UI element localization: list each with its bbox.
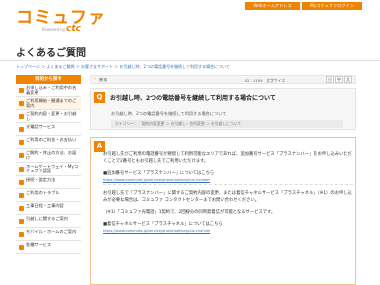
answer-item-plus-channel: ■着信チャネルサービス「プラスチャネル」についてはこちら [103, 222, 223, 227]
sidebar-item[interactable]: ご契約内容・変更・お引越し [16, 110, 81, 124]
font-size-small-button[interactable]: 小 [326, 76, 334, 83]
logo-powered-by: Powered by [42, 27, 66, 32]
logo[interactable]: コミュファ Powered by ctc [16, 8, 106, 34]
mobile-icon [19, 232, 24, 238]
close-icon [19, 153, 24, 159]
grid-icon [19, 245, 24, 251]
question-category[interactable]: カテゴリー： 契約内容変更 ＞ お引越し・住所変更 ＞ お引越しについて [111, 120, 343, 128]
sidebar-item[interactable]: ホームゲートウェイ・Myコミュファ認証 [16, 163, 81, 176]
back-link[interactable]: ‹ 戻る [90, 75, 356, 84]
sidebar-heading: 目的から探す [16, 75, 81, 84]
calendar-icon [19, 205, 24, 211]
phone-icon [19, 127, 24, 133]
web-home-button[interactable]: Webホームアドレス [245, 2, 300, 10]
sidebar-item[interactable]: 接続・設定方法 [16, 176, 81, 189]
sidebar-item[interactable]: 光電話サービス [16, 123, 81, 137]
sidebar-item-label: 各種サービス [26, 242, 52, 248]
logo-text: コミュファ [16, 8, 106, 28]
sidebar-item-label: ご契約内容・変更・お引越し [26, 111, 77, 121]
home-icon [19, 101, 24, 107]
sidebar-item[interactable]: ご解約・休止の方法、お届け [16, 149, 81, 163]
sidebar-list: お申し込み・ご利用中の名義変更 ご利用開始・開通までのご案内 ご契約内容・変更・… [16, 84, 81, 255]
faq-meta: ID：1199 文字サイズ [245, 78, 286, 83]
sidebar-item-label: 引越しに関するご案内 [26, 215, 68, 221]
answer-body: お引越し先がご利用の電話番号が継続して利用可能なエリアであれば、追加番号サービス… [103, 146, 353, 234]
plus-channel-link[interactable]: https://www.commufa.jp/service/phone/opt… [103, 228, 353, 234]
font-size-medium-button[interactable]: 中 [335, 76, 343, 83]
divider [0, 60, 380, 61]
chevron-left-icon: ‹ [94, 76, 96, 82]
sidebar-item-label: ホームゲートウェイ・Myコミュファ認証 [26, 163, 79, 174]
sidebar-item[interactable]: ご利用のトラブル [16, 189, 81, 202]
breadcrumb[interactable]: トップページ ＞ よくあるご質問 ＞ お客さまサポート ＞ お引越し時、2つの電… [16, 64, 346, 70]
person-icon [19, 88, 24, 93]
question-title: お引越し時、2つの電話番号を継続して利用する場合について [110, 95, 276, 102]
sidebar-item-label: 工事日程・工事内容 [26, 202, 64, 208]
sidebar-item-label: ご解約・休止の方法、お届け [26, 150, 77, 161]
sidebar-item-label: ご利用開始・開通までのご案内 [26, 98, 77, 108]
sidebar-item[interactable]: 各種サービス [16, 241, 81, 255]
answer-paragraph: お引越し先がご利用の電話番号が継続して利用可能なエリアであれば、追加番号サービス… [103, 152, 352, 164]
sidebar-item-label: 接続・設定方法 [26, 176, 56, 182]
wrench-icon [19, 179, 24, 185]
sidebar-item-label: ご利用のトラブル [26, 189, 60, 195]
sidebar-item-label: 光電話サービス [26, 124, 56, 130]
mycommufa-login-button[interactable]: Myコミュファログイン [302, 2, 362, 10]
answer-paragraph: お引越し先で「プラスナンバー」に関するご契約内容の変更、または着信チャネルサービ… [103, 191, 352, 203]
sidebar-item-label: ご利用のご料金・お支払い [26, 137, 77, 143]
page-title: よくあるご質問 [16, 48, 86, 59]
answer-box: A お引越し先がご利用の電話番号が継続して利用可能なエリアであれば、追加番号サー… [90, 137, 356, 285]
sidebar-item[interactable]: 工事日程・工事内容 [16, 202, 81, 215]
plus-number-link[interactable]: https://www.commufa.jp/service/phone/opt… [103, 177, 353, 183]
truck-icon [19, 218, 24, 224]
logo-ctc: ctc [66, 24, 81, 34]
question-text: お引越し時、2つの電話番号を継続して利用する場合について [111, 111, 227, 116]
question-box: Q お引越し時、2つの電話番号を継続して利用する場合について お引越し時、2つの… [90, 88, 356, 130]
yen-icon [19, 140, 24, 146]
divider [103, 184, 353, 185]
sidebar-item[interactable]: 引越しに関するご案内 [16, 215, 81, 229]
font-size-large-button[interactable]: 大 [344, 76, 352, 83]
sidebar-item[interactable]: お申し込み・ご利用中の名義変更 [16, 84, 81, 98]
question-badge: Q [94, 92, 105, 103]
router-icon [19, 166, 24, 172]
sidebar-item[interactable]: ご利用のご料金・お支払い [16, 136, 81, 150]
answer-note: （※1）「コミュファ光電話」1契約で、2回線分の同時発着信が可能となるサービスで… [103, 210, 276, 215]
sidebar-item[interactable]: モバイル・ホームのご案内 [16, 228, 81, 242]
sidebar-item-label: モバイル・ホームのご案内 [26, 229, 77, 235]
back-label: 戻る [99, 77, 108, 82]
answer-item-plus-number: ■追加番号サービス「プラスナンバー」についてはこちら [103, 171, 215, 176]
document-icon [19, 114, 24, 120]
sidebar-item-label: お申し込み・ご利用中の名義変更 [26, 85, 77, 95]
alert-icon [19, 192, 24, 198]
sidebar-item[interactable]: ご利用開始・開通までのご案内 [16, 97, 81, 111]
